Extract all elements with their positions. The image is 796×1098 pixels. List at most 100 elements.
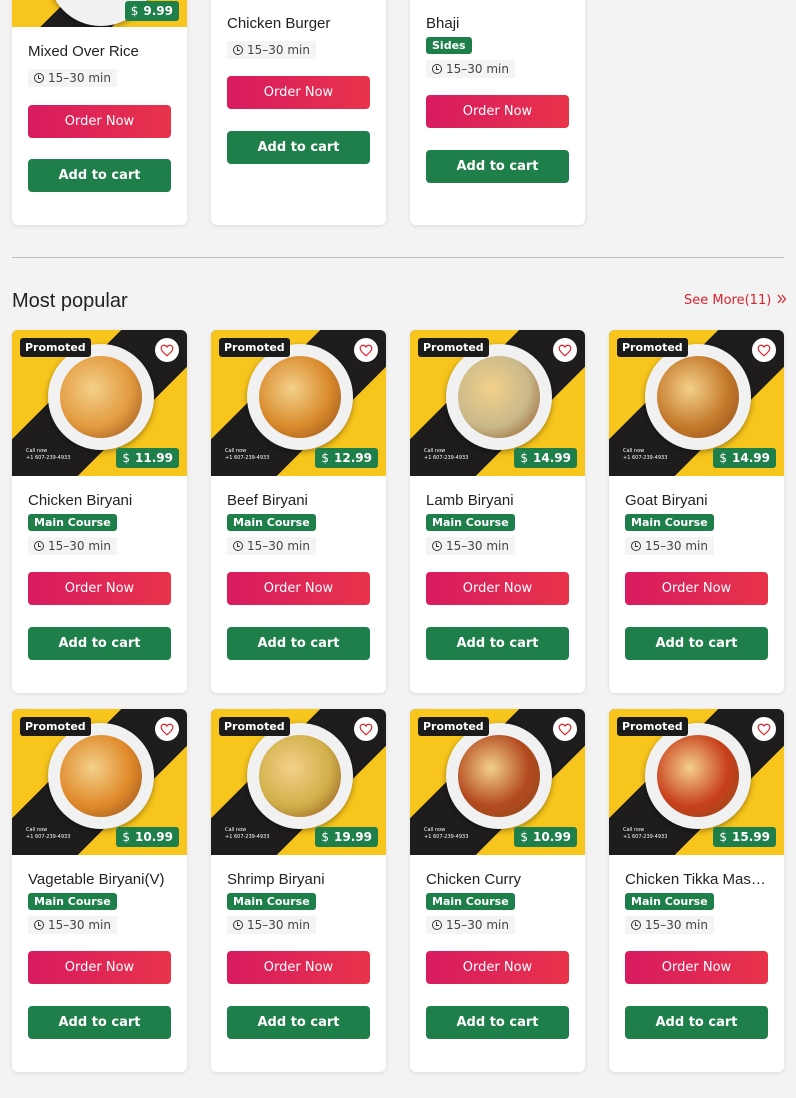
product-image[interactable]: Call now +1 607-239-4933 Promoted $14.99: [609, 330, 784, 476]
promoted-badge: Promoted: [219, 717, 290, 736]
product-card[interactable]: Call now +1 607-239-4933 Promoted $15.99 …: [609, 709, 784, 1072]
product-card[interactable]: Call now +1 607-239-4933 Promoted $14.99 …: [609, 330, 784, 693]
add-to-cart-button[interactable]: Add to cart: [28, 627, 171, 660]
food-image: [458, 735, 540, 817]
product-name[interactable]: Mixed Over Rice: [28, 43, 173, 60]
heart-icon[interactable]: [752, 717, 776, 741]
heart-icon[interactable]: [553, 338, 577, 362]
add-to-cart-button[interactable]: Add to cart: [625, 627, 768, 660]
price-badge: $14.99: [713, 448, 776, 468]
dollar-icon: $: [520, 830, 529, 844]
prep-time: 15–30 min: [28, 537, 117, 555]
add-to-cart-button[interactable]: Add to cart: [28, 159, 171, 192]
heart-icon[interactable]: [553, 717, 577, 741]
order-now-button[interactable]: Order Now: [227, 951, 370, 984]
product-name[interactable]: Chicken Tikka Mas…: [625, 871, 770, 888]
see-more-link[interactable]: See More(11): [684, 293, 787, 308]
call-now-text: Call now +1 607-239-4933: [225, 827, 270, 840]
order-now-button[interactable]: Order Now: [28, 105, 171, 138]
food-image: [259, 356, 341, 438]
call-now-text: Call now +1 607-239-4933: [424, 448, 469, 461]
promoted-badge: Promoted: [20, 338, 91, 357]
product-image[interactable]: $9.99: [12, 0, 187, 27]
product-name[interactable]: Chicken Curry: [426, 871, 571, 888]
dollar-icon: $: [719, 451, 728, 465]
add-to-cart-button[interactable]: Add to cart: [227, 1006, 370, 1039]
add-to-cart-button[interactable]: Add to cart: [227, 131, 370, 164]
product-image[interactable]: Call now +1 607-239-4933 Promoted $19.99: [211, 709, 386, 855]
category-badge: Main Course: [28, 514, 117, 531]
call-now-text: Call now +1 607-239-4933: [225, 448, 270, 461]
prep-time: 15–30 min: [625, 537, 714, 555]
product-card[interactable]: Call now +1 607-239-4933 Promoted $19.99 …: [211, 709, 386, 1072]
price-badge: $10.99: [116, 827, 179, 847]
dollar-icon: $: [719, 830, 728, 844]
product-name[interactable]: Vagetable Biryani(V): [28, 871, 173, 888]
product-card[interactable]: Call now +1 607-239-4933 Promoted $12.99 …: [211, 330, 386, 693]
order-now-button[interactable]: Order Now: [426, 572, 569, 605]
food-image: [60, 356, 142, 438]
product-name[interactable]: Chicken Burger: [227, 15, 372, 32]
heart-icon[interactable]: [155, 717, 179, 741]
product-card[interactable]: Bhaji Sides 15–30 min Order Now Add to c…: [410, 0, 585, 225]
product-card[interactable]: Call now +1 607-239-4933 Promoted $11.99 …: [12, 330, 187, 693]
clock-icon: [233, 541, 243, 551]
product-image[interactable]: Call now +1 607-239-4933 Promoted $14.99: [410, 330, 585, 476]
product-card[interactable]: Call now +1 607-239-4933 Promoted $10.99 …: [410, 709, 585, 1072]
product-image[interactable]: Call now +1 607-239-4933 Promoted $10.99: [410, 709, 585, 855]
add-to-cart-button[interactable]: Add to cart: [227, 627, 370, 660]
heart-icon[interactable]: [752, 338, 776, 362]
dollar-icon: $: [321, 830, 330, 844]
category-badge: Main Course: [227, 893, 316, 910]
add-to-cart-button[interactable]: Add to cart: [28, 1006, 171, 1039]
order-now-button[interactable]: Order Now: [28, 951, 171, 984]
promoted-badge: Promoted: [418, 338, 489, 357]
add-to-cart-button[interactable]: Add to cart: [426, 150, 569, 183]
food-image: [259, 735, 341, 817]
product-image[interactable]: Call now +1 607-239-4933 Promoted $11.99: [12, 330, 187, 476]
dollar-icon: $: [122, 830, 131, 844]
order-now-button[interactable]: Order Now: [625, 951, 768, 984]
dollar-icon: $: [321, 451, 330, 465]
category-badge: Main Course: [227, 514, 316, 531]
food-image: [458, 356, 540, 438]
order-now-button[interactable]: Order Now: [227, 76, 370, 109]
product-image[interactable]: Call now +1 607-239-4933 Promoted $12.99: [211, 330, 386, 476]
heart-icon[interactable]: [155, 338, 179, 362]
price-badge: $15.99: [713, 827, 776, 847]
clock-icon: [34, 73, 44, 83]
order-now-button[interactable]: Order Now: [227, 572, 370, 605]
order-now-button[interactable]: Order Now: [426, 95, 569, 128]
product-name[interactable]: Chicken Biryani: [28, 492, 173, 509]
prep-time: 15–30 min: [227, 41, 316, 59]
clock-icon: [631, 920, 641, 930]
price-badge: $11.99: [116, 448, 179, 468]
product-card[interactable]: $9.99 Mixed Over Rice 15–30 min Order No…: [12, 0, 187, 225]
heart-icon[interactable]: [354, 338, 378, 362]
product-image[interactable]: Call now +1 607-239-4933 Promoted $10.99: [12, 709, 187, 855]
double-chevron-right-icon: [777, 293, 787, 308]
clock-icon: [233, 45, 243, 55]
food-image: [657, 356, 739, 438]
add-to-cart-button[interactable]: Add to cart: [426, 1006, 569, 1039]
product-card[interactable]: Call now +1 607-239-4933 Promoted $14.99 …: [410, 330, 585, 693]
promoted-badge: Promoted: [219, 338, 290, 357]
product-name[interactable]: Goat Biryani: [625, 492, 770, 509]
order-now-button[interactable]: Order Now: [426, 951, 569, 984]
product-name[interactable]: Lamb Biryani: [426, 492, 571, 509]
call-now-text: Call now +1 607-239-4933: [26, 448, 71, 461]
product-name[interactable]: Shrimp Biryani: [227, 871, 372, 888]
food-image: [60, 735, 142, 817]
prep-time: 15–30 min: [426, 60, 515, 78]
section-divider: [12, 257, 784, 258]
product-card[interactable]: Chicken Burger 15–30 min Order Now Add t…: [211, 0, 386, 225]
product-image[interactable]: Call now +1 607-239-4933 Promoted $15.99: [609, 709, 784, 855]
product-card[interactable]: Call now +1 607-239-4933 Promoted $10.99 …: [12, 709, 187, 1072]
add-to-cart-button[interactable]: Add to cart: [625, 1006, 768, 1039]
order-now-button[interactable]: Order Now: [625, 572, 768, 605]
product-name[interactable]: Beef Biryani: [227, 492, 372, 509]
product-name[interactable]: Bhaji: [426, 15, 571, 32]
order-now-button[interactable]: Order Now: [28, 572, 171, 605]
heart-icon[interactable]: [354, 717, 378, 741]
add-to-cart-button[interactable]: Add to cart: [426, 627, 569, 660]
